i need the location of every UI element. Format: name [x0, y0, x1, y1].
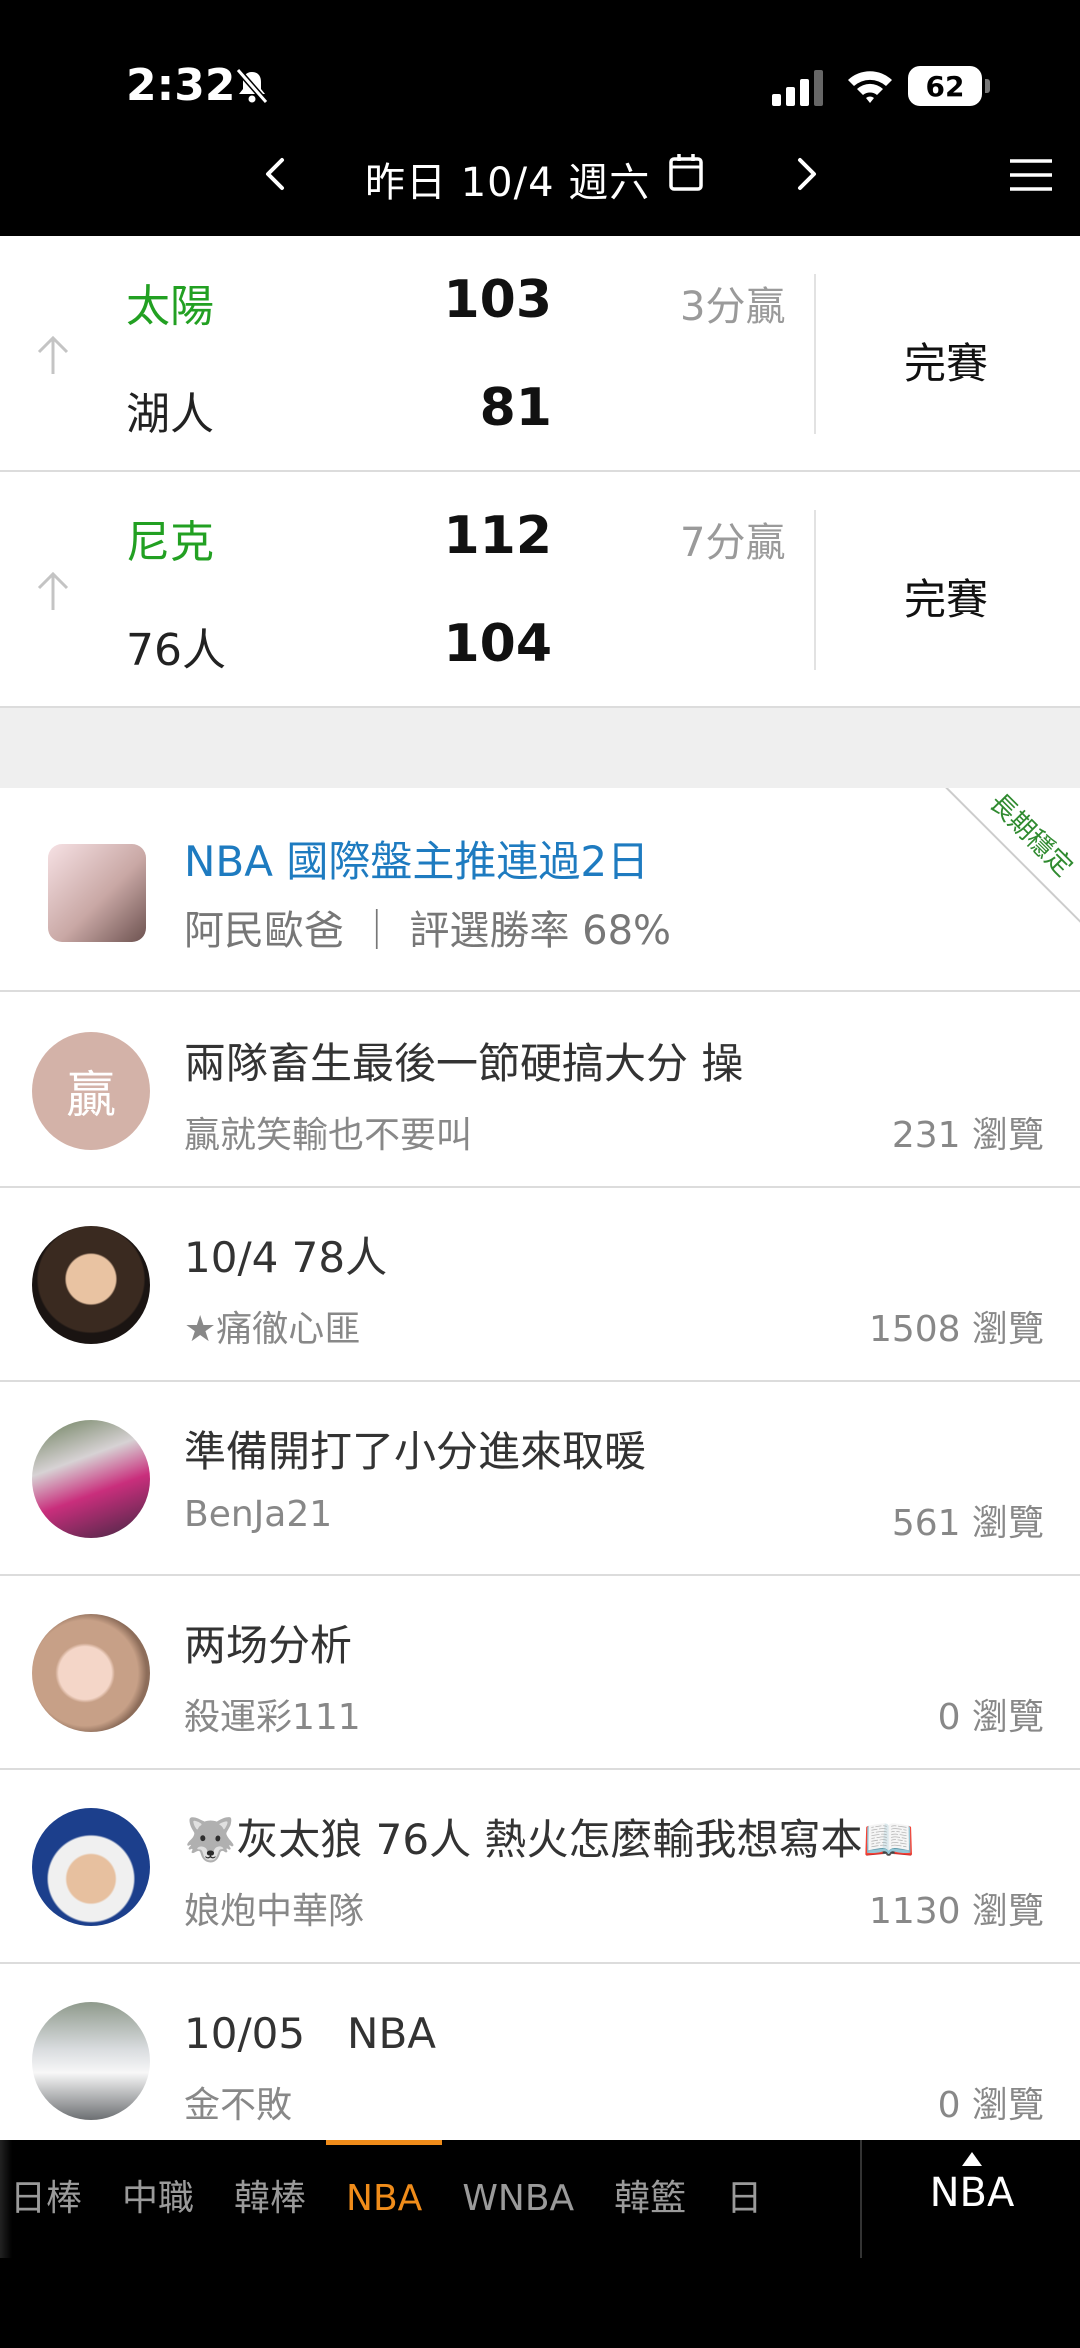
promo-meta: 阿民歐爸 ｜ 評選勝率 68%: [184, 908, 672, 954]
post-title[interactable]: 10/4 78人: [184, 1224, 387, 1285]
author-avatar: [32, 1420, 150, 1538]
home-team-score: 112: [443, 506, 552, 566]
post-author: 殺運彩111: [184, 1697, 361, 1738]
author-avatar: [32, 1226, 150, 1344]
author-avatar: [32, 2002, 150, 2120]
post-item[interactable]: 10/4 78人 ★痛徹心匪 1508 瀏覽: [0, 1188, 1080, 1382]
away-team-score: 81: [479, 378, 552, 438]
post-item[interactable]: 準備開打了小分進來取暖 BenJa21 561 瀏覽: [0, 1382, 1080, 1576]
game-status: 完賽: [904, 339, 989, 388]
post-views: 1508 瀏覽: [868, 1309, 1044, 1350]
battery-indicator: 62: [908, 66, 990, 106]
current-league-selector[interactable]: NBA: [860, 2140, 1080, 2258]
post-views: 231 瀏覽: [891, 1115, 1044, 1156]
cellular-signal-icon: [772, 70, 823, 106]
post-title[interactable]: 準備開打了小分進來取暖: [184, 1418, 646, 1479]
league-tabs: 日棒 中職 韓棒 NBA WNBA 韓籃 日: [0, 2140, 860, 2258]
post-author: 娘炮中華隊: [184, 1891, 365, 1932]
game-row[interactable]: 尼克 112 7分贏 76人 104 完賽: [0, 472, 1080, 708]
home-team-score: 103: [443, 270, 552, 330]
author-avatar: 贏: [32, 1032, 150, 1150]
post-title[interactable]: 10/05 NBA: [184, 2000, 436, 2061]
home-team-name: 太陽: [126, 281, 214, 332]
post-views: 1130 瀏覽: [868, 1891, 1044, 1932]
calendar-icon[interactable]: [668, 152, 704, 192]
section-gap: [0, 708, 1080, 788]
post-views: 561 瀏覽: [891, 1503, 1044, 1544]
current-league-label: NBA: [929, 2170, 1015, 2216]
post-title[interactable]: 🐺灰太狼 76人 熱火怎麼輸我想寫本📖: [184, 1806, 915, 1867]
promo-ribbon-badge: 長期穩定: [933, 788, 1080, 933]
arrow-up-icon: [37, 571, 69, 610]
win-margin: 3分贏: [680, 284, 786, 330]
home-team-name: 尼克: [126, 517, 214, 568]
away-team-score: 104: [443, 614, 552, 674]
tab-japan-partial[interactable]: 日: [706, 2140, 782, 2258]
post-author: 贏就笑輸也不要叫: [184, 1115, 473, 1156]
tipster-avatar: [48, 844, 146, 942]
tab-npb[interactable]: 日棒: [0, 2140, 102, 2258]
away-team-name: 湖人: [126, 389, 214, 440]
divider: [814, 510, 816, 670]
author-avatar: [32, 1614, 150, 1732]
tab-kbl[interactable]: 韓籃: [594, 2140, 706, 2258]
post-item[interactable]: 10/05 NBA 金不敗 0 瀏覽: [0, 1964, 1080, 2158]
game-status: 完賽: [904, 575, 989, 624]
post-title[interactable]: 兩隊畜生最後一節硬搞大分 操: [184, 1030, 743, 1091]
next-day-chevron-icon[interactable]: [790, 150, 824, 198]
post-item[interactable]: 🐺灰太狼 76人 熱火怎麼輸我想寫本📖 娘炮中華隊 1130 瀏覽: [0, 1770, 1080, 1964]
tab-cpbl[interactable]: 中職: [102, 2140, 214, 2258]
away-team-name: 76人: [126, 625, 226, 676]
bell-off-icon: [235, 68, 269, 104]
tab-fade: [0, 2140, 12, 2258]
game-row[interactable]: 太陽 103 3分贏 湖人 81 完賽: [0, 236, 1080, 472]
author-avatar: [32, 1808, 150, 1926]
tab-kbo[interactable]: 韓棒: [214, 2140, 326, 2258]
arrow-up-icon: [37, 335, 69, 374]
tab-nba[interactable]: NBA: [326, 2140, 443, 2258]
post-views: 0 瀏覽: [937, 2085, 1044, 2126]
post-item[interactable]: 两场分析 殺運彩111 0 瀏覽: [0, 1576, 1080, 1770]
post-author: BenJa21: [184, 1494, 333, 1535]
tab-wnba[interactable]: WNBA: [442, 2140, 594, 2258]
hamburger-menu-icon[interactable]: [1008, 158, 1054, 192]
caret-up-icon: [962, 2152, 982, 2166]
promoted-pick-card[interactable]: NBA 國際盤主推連過2日 阿民歐爸 ｜ 評選勝率 68% 長期穩定: [0, 788, 1080, 992]
wifi-icon: [848, 71, 892, 103]
win-margin: 7分贏: [680, 520, 786, 566]
status-time: 2:32: [126, 60, 236, 111]
top-bar: 2:32 62 昨日 10/4 週六: [0, 0, 1080, 236]
league-tab-bar: 日棒 中職 韓棒 NBA WNBA 韓籃 日 NBA: [0, 2140, 1080, 2258]
post-author: 金不敗: [184, 2085, 293, 2126]
home-indicator-area: [0, 2258, 1080, 2348]
current-date-label[interactable]: 昨日 10/4 週六: [365, 150, 650, 208]
post-author: ★痛徹心匪: [184, 1309, 361, 1350]
promo-title[interactable]: NBA 國際盤主推連過2日: [184, 828, 649, 889]
post-views: 0 瀏覽: [937, 1697, 1044, 1738]
post-item[interactable]: 贏 兩隊畜生最後一節硬搞大分 操 贏就笑輸也不要叫 231 瀏覽: [0, 994, 1080, 1188]
previous-day-chevron-icon[interactable]: [258, 150, 292, 198]
divider: [814, 274, 816, 434]
post-title[interactable]: 两场分析: [184, 1612, 352, 1673]
